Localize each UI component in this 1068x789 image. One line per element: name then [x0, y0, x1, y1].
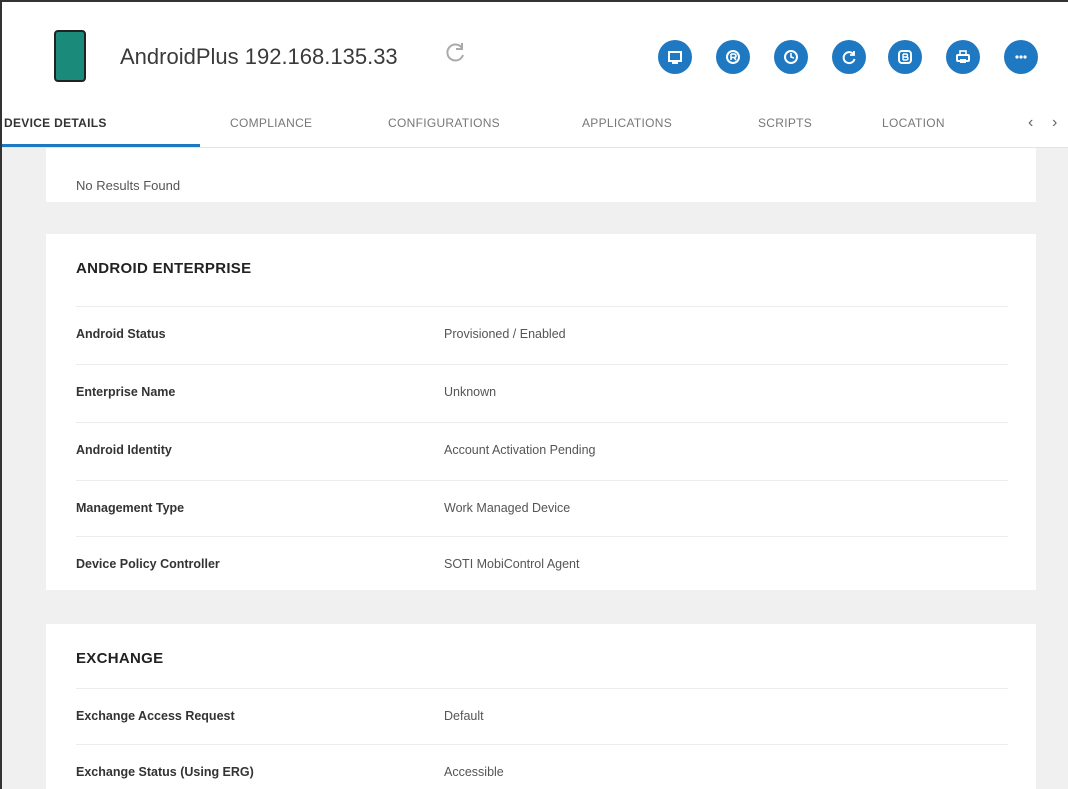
screen-icon [668, 51, 682, 64]
detail-label: Management Type [76, 501, 185, 515]
tab-device-details[interactable]: DEVICE DETAILS [4, 116, 107, 130]
remote-action-button[interactable] [716, 40, 750, 74]
section-title: EXCHANGE [76, 650, 164, 667]
print-action-button[interactable] [946, 40, 980, 74]
printer-icon [956, 50, 970, 63]
more-icon [1015, 55, 1027, 59]
device-title: AndroidPlus 192.168.135.33 [120, 44, 398, 69]
detail-value: Provisioned / Enabled [444, 327, 566, 341]
detail-label: Exchange Status (Using ERG) [76, 765, 254, 779]
results-card: No Results Found [46, 148, 1036, 202]
letter-b-icon [898, 50, 912, 64]
section-title: ANDROID ENTERPRISE [76, 260, 252, 277]
no-results-message: No Results Found [76, 178, 181, 193]
detail-row: Exchange Status (Using ERG) Accessible [76, 744, 1008, 789]
refresh-circle-icon [842, 51, 856, 65]
tab-configurations[interactable]: CONFIGURATIONS [388, 116, 500, 130]
more-action-button[interactable] [1004, 40, 1038, 74]
detail-row: Enterprise Name Unknown [76, 364, 1008, 414]
tab-applications[interactable]: APPLICATIONS [582, 116, 672, 130]
tab-bar: DEVICE DETAILS COMPLIANCE CONFIGURATIONS… [2, 100, 1068, 148]
tabs-prev-arrow[interactable]: ‹ [1028, 114, 1033, 132]
detail-value: Account Activation Pending [444, 443, 596, 457]
detail-value: Default [444, 709, 484, 723]
detail-row: Device Policy Controller SOTI MobiContro… [76, 536, 1008, 586]
tab-compliance[interactable]: COMPLIANCE [230, 116, 312, 130]
tab-location[interactable]: LOCATION [882, 116, 945, 130]
exchange-card: EXCHANGE Exchange Access Request Default… [46, 624, 1036, 789]
tabs-next-arrow[interactable]: › [1052, 114, 1057, 132]
device-header: AndroidPlus 192.168.135.33 [2, 2, 1068, 100]
backup-action-button[interactable] [888, 40, 922, 74]
android-device-icon [54, 30, 86, 82]
detail-label: Android Status [76, 327, 166, 341]
detail-label: Exchange Access Request [76, 709, 235, 723]
tab-scripts[interactable]: SCRIPTS [758, 116, 812, 130]
refresh-icon[interactable] [442, 40, 468, 66]
letter-r-icon [726, 50, 740, 64]
schedule-action-button[interactable] [774, 40, 808, 74]
detail-value: Unknown [444, 385, 497, 399]
detail-row: Android Status Provisioned / Enabled [76, 306, 1008, 356]
detail-value: Accessible [444, 765, 504, 779]
detail-label: Device Policy Controller [76, 557, 220, 571]
update-action-button[interactable] [832, 40, 866, 74]
detail-value: Work Managed Device [444, 501, 571, 515]
detail-row: Management Type Work Managed Device [76, 480, 1008, 530]
active-tab-indicator [2, 144, 200, 147]
detail-value: SOTI MobiControl Agent [444, 557, 580, 571]
detail-label: Enterprise Name [76, 385, 176, 399]
clock-icon [784, 50, 798, 64]
detail-row: Exchange Access Request Default [76, 688, 1008, 738]
detail-row: Android Identity Account Activation Pend… [76, 422, 1008, 472]
screen-action-button[interactable] [658, 40, 692, 74]
android-enterprise-card: ANDROID ENTERPRISE Android Status Provis… [46, 234, 1036, 590]
detail-label: Android Identity [76, 443, 172, 457]
